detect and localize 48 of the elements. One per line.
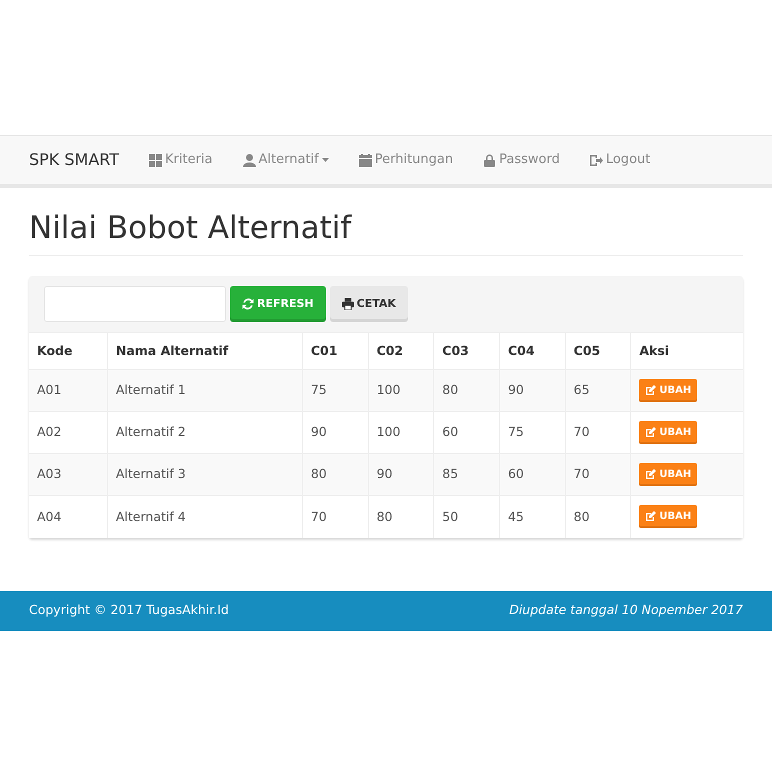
printer-icon <box>342 298 354 310</box>
edit-button[interactable]: UBAH <box>639 505 698 528</box>
table-cell: Alternatif 4 <box>107 496 302 538</box>
table-cell: A04 <box>29 496 108 538</box>
edit-icon <box>645 427 656 438</box>
calendar-icon <box>358 154 372 166</box>
edit-button[interactable]: UBAH <box>639 421 698 444</box>
table-cell: 80 <box>368 496 434 538</box>
user-icon <box>242 154 256 166</box>
edit-icon <box>645 469 656 480</box>
copyright-text: Copyright © 2017 TugasAkhir.Id <box>29 601 229 620</box>
search-field[interactable] <box>44 286 226 322</box>
table-cell: A01 <box>29 370 108 412</box>
print-button[interactable]: CETAK <box>330 286 408 322</box>
edit-button[interactable]: UBAH <box>639 463 698 486</box>
table-cell: A03 <box>29 454 108 496</box>
table-cell: 80 <box>565 496 631 538</box>
table-cell: 65 <box>565 370 631 412</box>
logout-icon <box>590 154 603 166</box>
edit-button[interactable]: UBAH <box>639 379 698 402</box>
nav-link[interactable]: Logout <box>590 150 650 170</box>
nav-link[interactable]: Perhitungan <box>358 150 454 170</box>
table-cell: 75 <box>302 370 368 412</box>
table-cell: 90 <box>368 454 434 496</box>
table-cell: Alternatif 3 <box>107 454 302 496</box>
refresh-button[interactable]: REFRESH <box>230 286 326 322</box>
nav-link[interactable]: Alternatif <box>242 150 329 170</box>
table-cell: 70 <box>302 496 368 538</box>
table-cell: Alternatif 1 <box>107 370 302 412</box>
page-title: Nilai Bobot Alternatif <box>29 210 743 256</box>
table-cell: 80 <box>302 454 368 496</box>
table-cell: 100 <box>368 370 434 412</box>
nav-link[interactable]: Kriteria <box>149 150 213 170</box>
table-cell: 50 <box>434 496 500 538</box>
nav-link[interactable]: Password <box>483 150 560 170</box>
update-date-text: Diupdate tanggal 10 Nopember 2017 <box>509 601 743 620</box>
refresh-icon <box>242 298 254 310</box>
table-cell: 90 <box>499 370 566 412</box>
table-cell: 80 <box>434 370 500 412</box>
table-cell: 60 <box>499 454 566 496</box>
table-cell: 85 <box>434 454 500 496</box>
edit-icon <box>645 511 656 522</box>
brand-link[interactable]: SPK SMART <box>29 148 120 172</box>
grid-icon <box>149 154 162 166</box>
edit-icon <box>645 385 656 396</box>
table-cell: 45 <box>499 496 566 538</box>
table-cell: 70 <box>565 454 631 496</box>
lock-icon <box>483 154 496 166</box>
